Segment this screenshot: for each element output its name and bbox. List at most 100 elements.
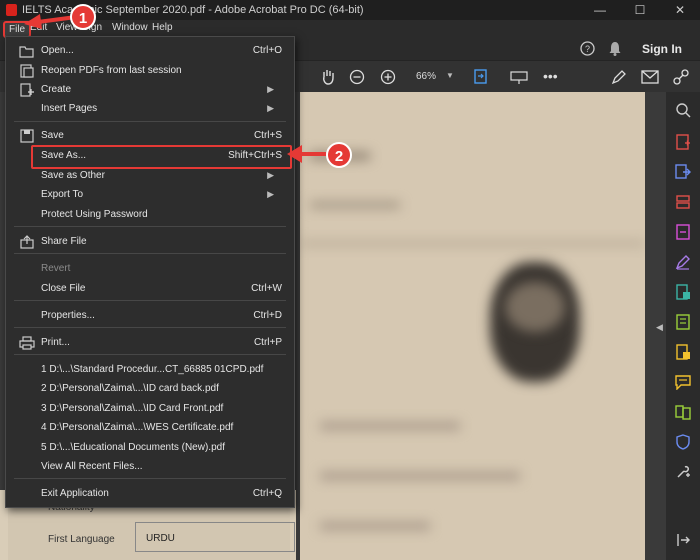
menu-item-view-all-recent[interactable]: View All Recent Files... xyxy=(6,458,294,476)
menu-separator xyxy=(14,253,286,254)
menu-item-label: Reopen PDFs from last session xyxy=(41,65,182,76)
title-bar: IELTS Academic September 2020.pdf - Adob… xyxy=(0,0,700,20)
step1-badge: 1 xyxy=(70,4,96,30)
menu-item-insert-pages[interactable]: Insert Pages ▶ xyxy=(6,100,294,118)
compress-pdf-icon[interactable] xyxy=(675,224,691,240)
help-icon[interactable]: ? xyxy=(580,41,595,56)
save-disk-icon xyxy=(20,129,34,143)
menu-item-shortcut: Ctrl+O xyxy=(252,45,282,56)
menu-item-save-as-other[interactable]: Save as Other ▶ xyxy=(6,167,294,185)
reopen-pdfs-icon xyxy=(20,64,34,78)
share-icon xyxy=(20,235,34,249)
combine-files-icon[interactable] xyxy=(675,404,691,420)
edit-pdf-icon[interactable] xyxy=(675,284,691,300)
share-link-icon[interactable] xyxy=(672,68,690,86)
submenu-arrow-icon: ▶ xyxy=(267,189,274,199)
menu-separator xyxy=(14,354,286,355)
menu-item-close-file[interactable]: Close File Ctrl+W xyxy=(6,280,294,298)
collapse-rail-icon[interactable] xyxy=(675,532,691,548)
recent-file-3[interactable]: 3 D:\Personal\Zaima\...\ID Card Front.pd… xyxy=(6,400,294,418)
recent-file-1[interactable]: 1 D:\...\Standard Procedur...CT_66885 01… xyxy=(6,361,294,379)
document-page xyxy=(300,92,645,560)
menu-item-revert: Revert xyxy=(6,260,294,278)
hand-tool-icon[interactable] xyxy=(320,68,336,86)
menu-item-label: 5 D:\...\Educational Documents (New).pdf xyxy=(41,442,225,453)
step2-badge: 2 xyxy=(326,142,352,168)
organize-pages-icon[interactable] xyxy=(675,194,691,210)
file-menu-dropdown: Open... Ctrl+O Reopen PDFs from last ses… xyxy=(5,36,295,508)
menu-item-label: 3 D:\Personal\Zaima\...\ID Card Front.pd… xyxy=(41,403,224,414)
recent-file-5[interactable]: 5 D:\...\Educational Documents (New).pdf xyxy=(6,439,294,457)
page-fit-icon[interactable] xyxy=(472,68,490,86)
create-icon xyxy=(20,83,34,97)
menu-item-label: Share File xyxy=(41,236,87,247)
menu-item-label: View All Recent Files... xyxy=(41,461,143,472)
menu-item-create[interactable]: Create ▶ xyxy=(6,81,294,99)
menu-item-share-file[interactable]: Share File xyxy=(6,233,294,251)
comment-icon[interactable] xyxy=(675,374,691,390)
sign-in-button[interactable]: Sign In xyxy=(642,42,682,56)
menu-item-save[interactable]: Save Ctrl+S xyxy=(6,127,294,145)
menu-item-label: 1 D:\...\Standard Procedur...CT_66885 01… xyxy=(41,364,264,375)
zoom-dropdown-chevron-icon[interactable]: ▼ xyxy=(446,71,454,80)
menu-item-shortcut: Ctrl+Q xyxy=(252,488,282,499)
menu-item-print[interactable]: Print... Ctrl+P xyxy=(6,334,294,352)
step2-arrow xyxy=(287,145,326,163)
menu-item-reopen[interactable]: Reopen PDFs from last session xyxy=(6,62,294,80)
protect-shield-icon[interactable] xyxy=(675,434,691,450)
menu-separator xyxy=(14,478,286,479)
email-icon[interactable] xyxy=(641,69,659,85)
menu-item-label: 4 D:\Personal\Zaima\...\WES Certificate.… xyxy=(41,422,234,433)
export-pdf-icon[interactable] xyxy=(675,164,691,180)
menu-item-exit[interactable]: Exit Application Ctrl+Q xyxy=(6,485,294,503)
menu-item-label: Save as Other xyxy=(41,170,105,181)
menu-item-properties[interactable]: Properties... Ctrl+D xyxy=(6,307,294,325)
submenu-arrow-icon: ▶ xyxy=(267,103,274,113)
maximize-button[interactable]: ☐ xyxy=(620,0,660,20)
keyboard-icon[interactable] xyxy=(510,69,528,85)
recent-file-2[interactable]: 2 D:\Personal\Zaima\...\ID card back.pdf xyxy=(6,380,294,398)
submenu-arrow-icon: ▶ xyxy=(267,84,274,94)
menu-help[interactable]: Help xyxy=(152,22,173,33)
svg-text:?: ? xyxy=(585,44,590,54)
menu-window[interactable]: Window xyxy=(112,22,148,33)
menu-item-label: Properties... xyxy=(41,310,95,321)
menu-item-label: Insert Pages xyxy=(41,103,98,114)
folder-open-icon xyxy=(19,46,34,58)
menu-separator xyxy=(14,226,286,227)
menu-item-shortcut: Ctrl+D xyxy=(253,310,282,321)
menu-item-label: Close File xyxy=(41,283,86,294)
scan-ocr-icon[interactable] xyxy=(675,314,691,330)
menu-separator xyxy=(14,327,286,328)
menu-item-shortcut: Ctrl+W xyxy=(251,283,282,294)
zoom-level-field[interactable]: 66% xyxy=(416,71,436,82)
create-pdf-icon[interactable] xyxy=(675,134,691,150)
zoom-out-icon[interactable] xyxy=(349,69,365,85)
menu-item-shortcut: Ctrl+P xyxy=(253,337,282,348)
menu-item-label: Export To xyxy=(41,189,84,200)
menu-item-label: Exit Application xyxy=(41,488,109,499)
menu-item-label: Print... xyxy=(41,337,70,348)
menu-item-open[interactable]: Open... Ctrl+O xyxy=(6,42,294,60)
more-tools-wrench-icon[interactable] xyxy=(675,464,691,480)
menu-item-protect[interactable]: Protect Using Password xyxy=(6,206,294,224)
collapse-pane-chevron-icon[interactable]: ◀ xyxy=(656,322,663,333)
right-tools-pane xyxy=(666,92,700,560)
menu-item-label: Create xyxy=(41,84,72,95)
sign-pen-icon[interactable] xyxy=(610,68,628,86)
printer-icon xyxy=(19,336,35,350)
send-for-signature-icon[interactable] xyxy=(675,344,691,360)
minimize-button[interactable]: — xyxy=(580,0,620,20)
fill-sign-icon[interactable] xyxy=(675,254,691,270)
search-zoom-icon[interactable] xyxy=(675,102,691,118)
more-tools-icon[interactable]: ••• xyxy=(543,68,558,84)
menu-item-label: Open... xyxy=(41,45,74,56)
submenu-arrow-icon: ▶ xyxy=(267,170,274,180)
recent-file-4[interactable]: 4 D:\Personal\Zaima\...\WES Certificate.… xyxy=(6,419,294,437)
menu-separator xyxy=(14,300,286,301)
zoom-in-icon[interactable] xyxy=(380,69,396,85)
close-button[interactable]: ✕ xyxy=(660,0,700,20)
menu-item-export-to[interactable]: Export To ▶ xyxy=(6,186,294,204)
notifications-bell-icon[interactable] xyxy=(608,41,622,56)
menu-item-label: Save xyxy=(41,130,64,141)
